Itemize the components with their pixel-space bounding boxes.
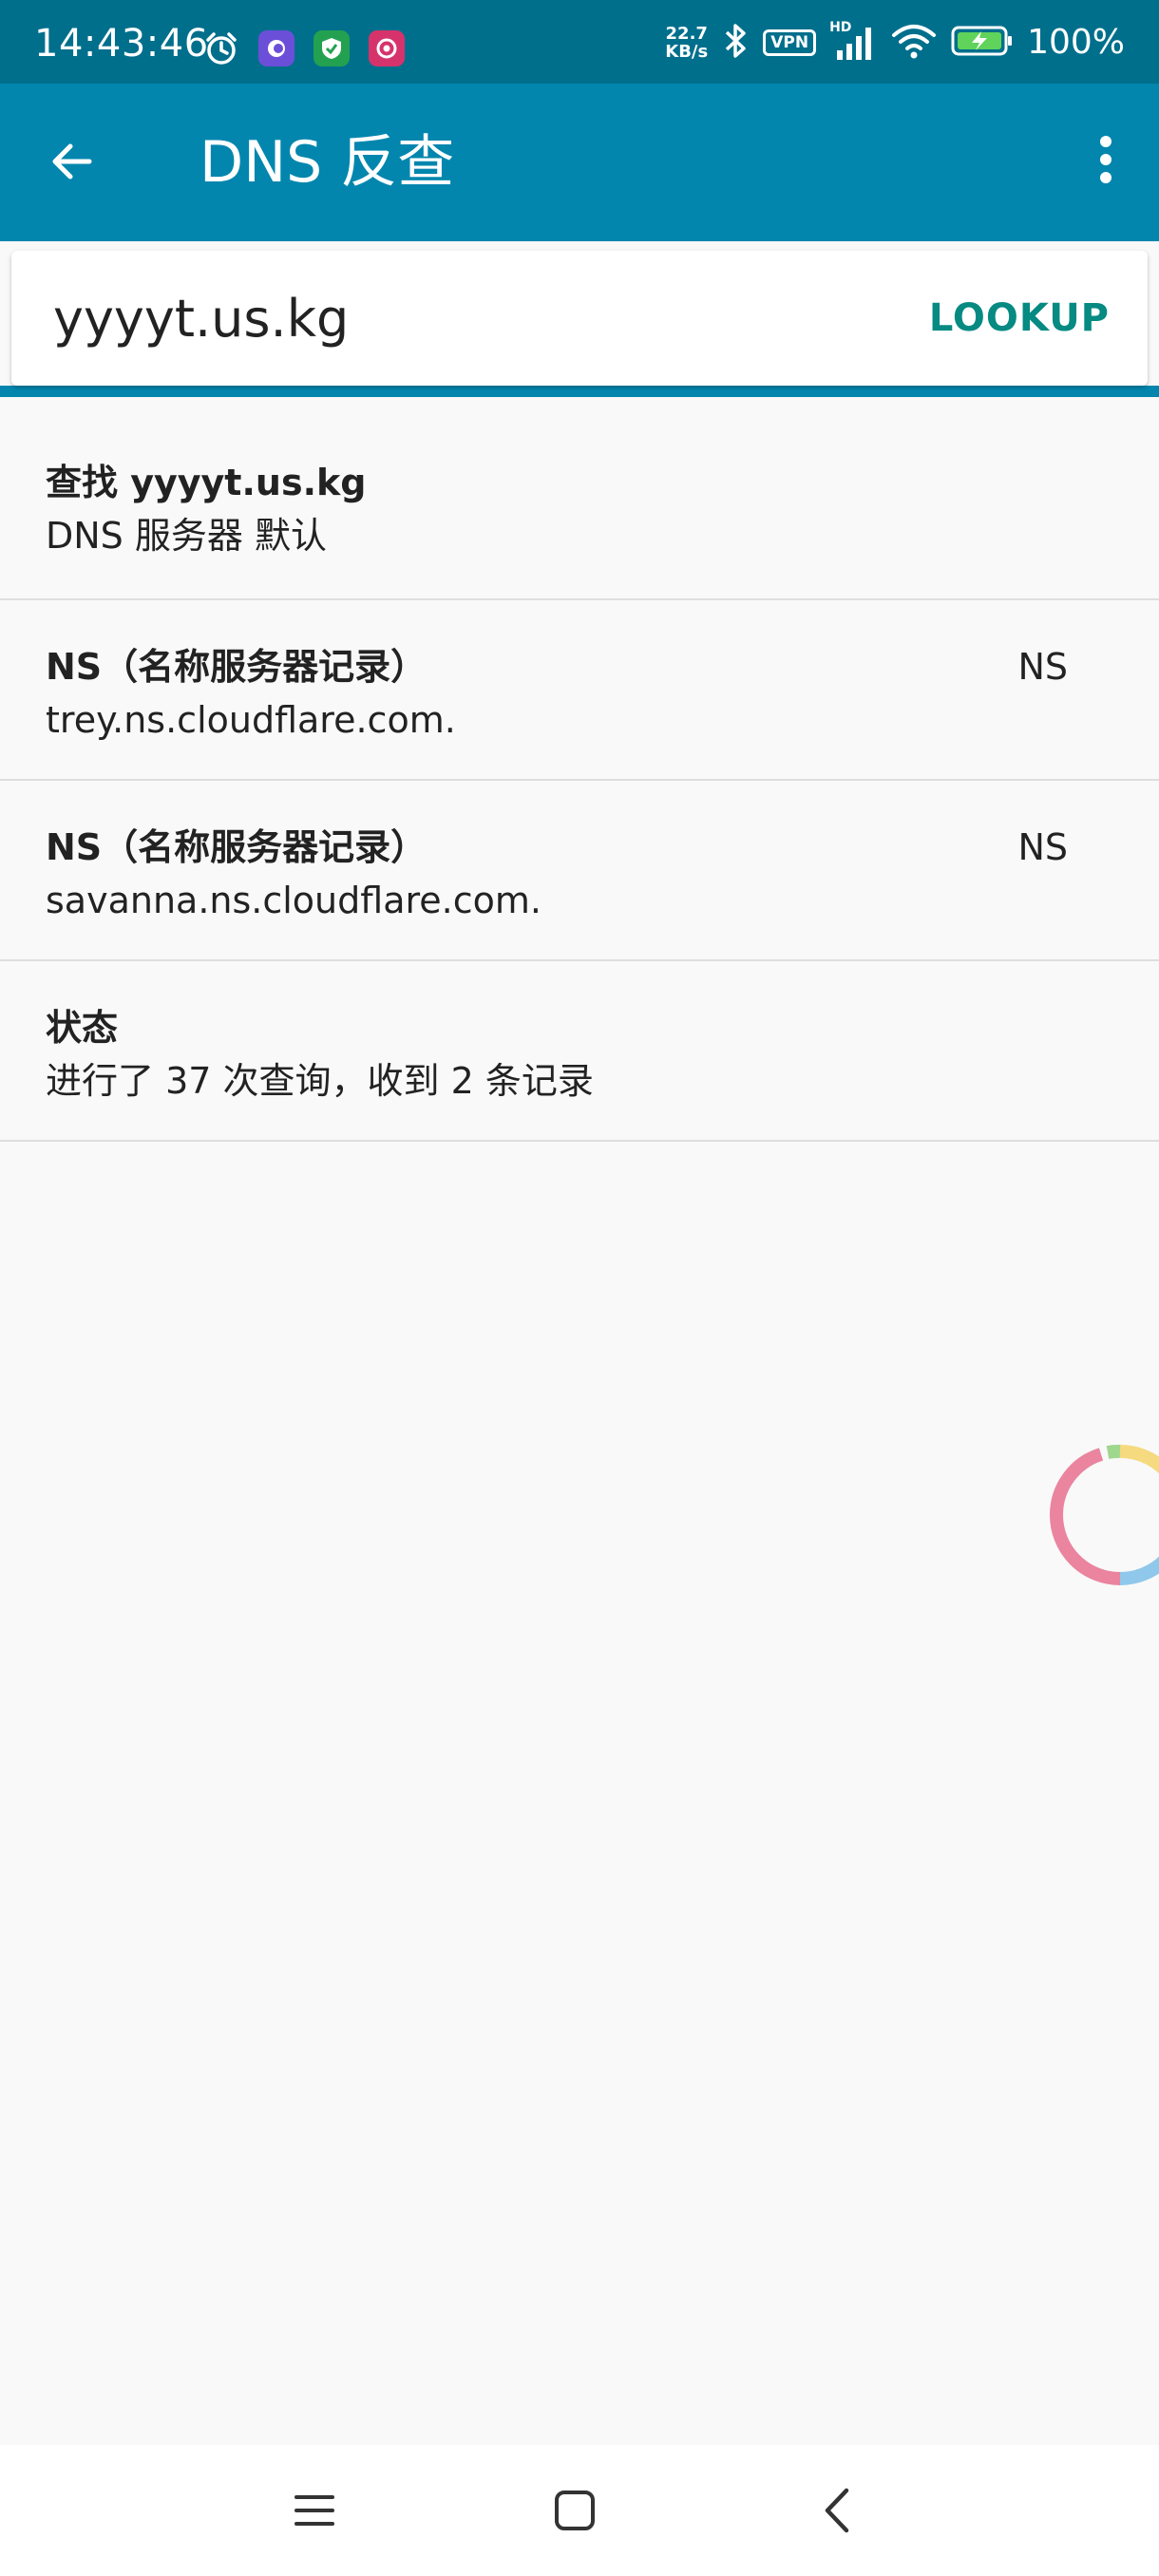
cellular-signal-icon: HD xyxy=(829,20,877,62)
record-row[interactable]: NS（名称服务器记录） savanna.ns.cloudflare.com. N… xyxy=(0,781,1159,961)
query-info-row: 查找 yyyyt.us.kg DNS 服务器 默认 xyxy=(0,397,1159,600)
back-button[interactable] xyxy=(42,131,103,192)
recent-apps-button[interactable] xyxy=(281,2477,348,2544)
more-options-button[interactable] xyxy=(1077,129,1134,190)
system-back-button[interactable] xyxy=(804,2477,870,2544)
results-list: 查找 yyyyt.us.kg DNS 服务器 默认 NS（名称服务器记录） tr… xyxy=(0,397,1159,1142)
app-bar: DNS 反查 xyxy=(0,84,1159,241)
record-type: NS xyxy=(1017,826,1068,868)
status-summary: 进行了 37 次查询，收到 2 条记录 xyxy=(46,1060,594,1102)
status-time: 14:43:46 xyxy=(34,22,209,66)
system-nav-bar xyxy=(0,2445,1159,2576)
battery-percent: 100% xyxy=(1027,23,1125,62)
home-button[interactable] xyxy=(542,2477,608,2544)
floating-ball-icon[interactable] xyxy=(1049,1444,1159,1586)
menu-icon xyxy=(294,2495,334,2526)
vpn-icon: VPN xyxy=(763,29,817,56)
record-value: savanna.ns.cloudflare.com. xyxy=(46,880,542,921)
lookup-button[interactable]: LOOKUP xyxy=(929,293,1110,344)
search-card: LOOKUP xyxy=(11,251,1148,386)
record-type: NS xyxy=(1017,646,1068,688)
bluetooth-icon xyxy=(721,22,750,64)
record-value: trey.ns.cloudflare.com. xyxy=(46,699,456,741)
battery-charging-icon xyxy=(951,24,1014,62)
shield-app-icon xyxy=(314,30,350,66)
more-vert-icon xyxy=(1100,136,1112,183)
app-notification-icon xyxy=(258,30,294,66)
dns-server-label: DNS 服务器 默认 xyxy=(46,515,327,557)
notification-icons xyxy=(203,30,405,68)
network-speed-value: 22.7 xyxy=(665,24,708,44)
status-row: 状态 进行了 37 次查询，收到 2 条记录 xyxy=(0,961,1159,1142)
arrow-left-icon xyxy=(52,143,92,180)
app-bar-extension xyxy=(0,386,1159,397)
system-status-icons: 22.7 KB/s VPN HD 100% xyxy=(665,20,1125,65)
alarm-icon xyxy=(203,30,239,68)
wifi-icon xyxy=(890,22,938,64)
record-row[interactable]: NS（名称服务器记录） trey.ns.cloudflare.com. NS xyxy=(0,600,1159,781)
page-title: DNS 反查 xyxy=(200,129,455,196)
app-notification-icon-2 xyxy=(369,30,405,66)
network-speed: 22.7 KB/s xyxy=(665,25,708,61)
record-title: NS（名称服务器记录） xyxy=(46,826,428,868)
status-bar: 14:43:46 22.7 KB/s VPN HD 100% xyxy=(0,0,1159,84)
back-icon xyxy=(825,2488,849,2533)
domain-input[interactable] xyxy=(53,285,813,351)
status-title: 状态 xyxy=(46,1007,119,1049)
query-title: 查找 yyyyt.us.kg xyxy=(46,462,367,503)
home-icon xyxy=(555,2491,595,2530)
record-title: NS（名称服务器记录） xyxy=(46,646,428,688)
network-speed-unit: KB/s xyxy=(665,42,709,62)
